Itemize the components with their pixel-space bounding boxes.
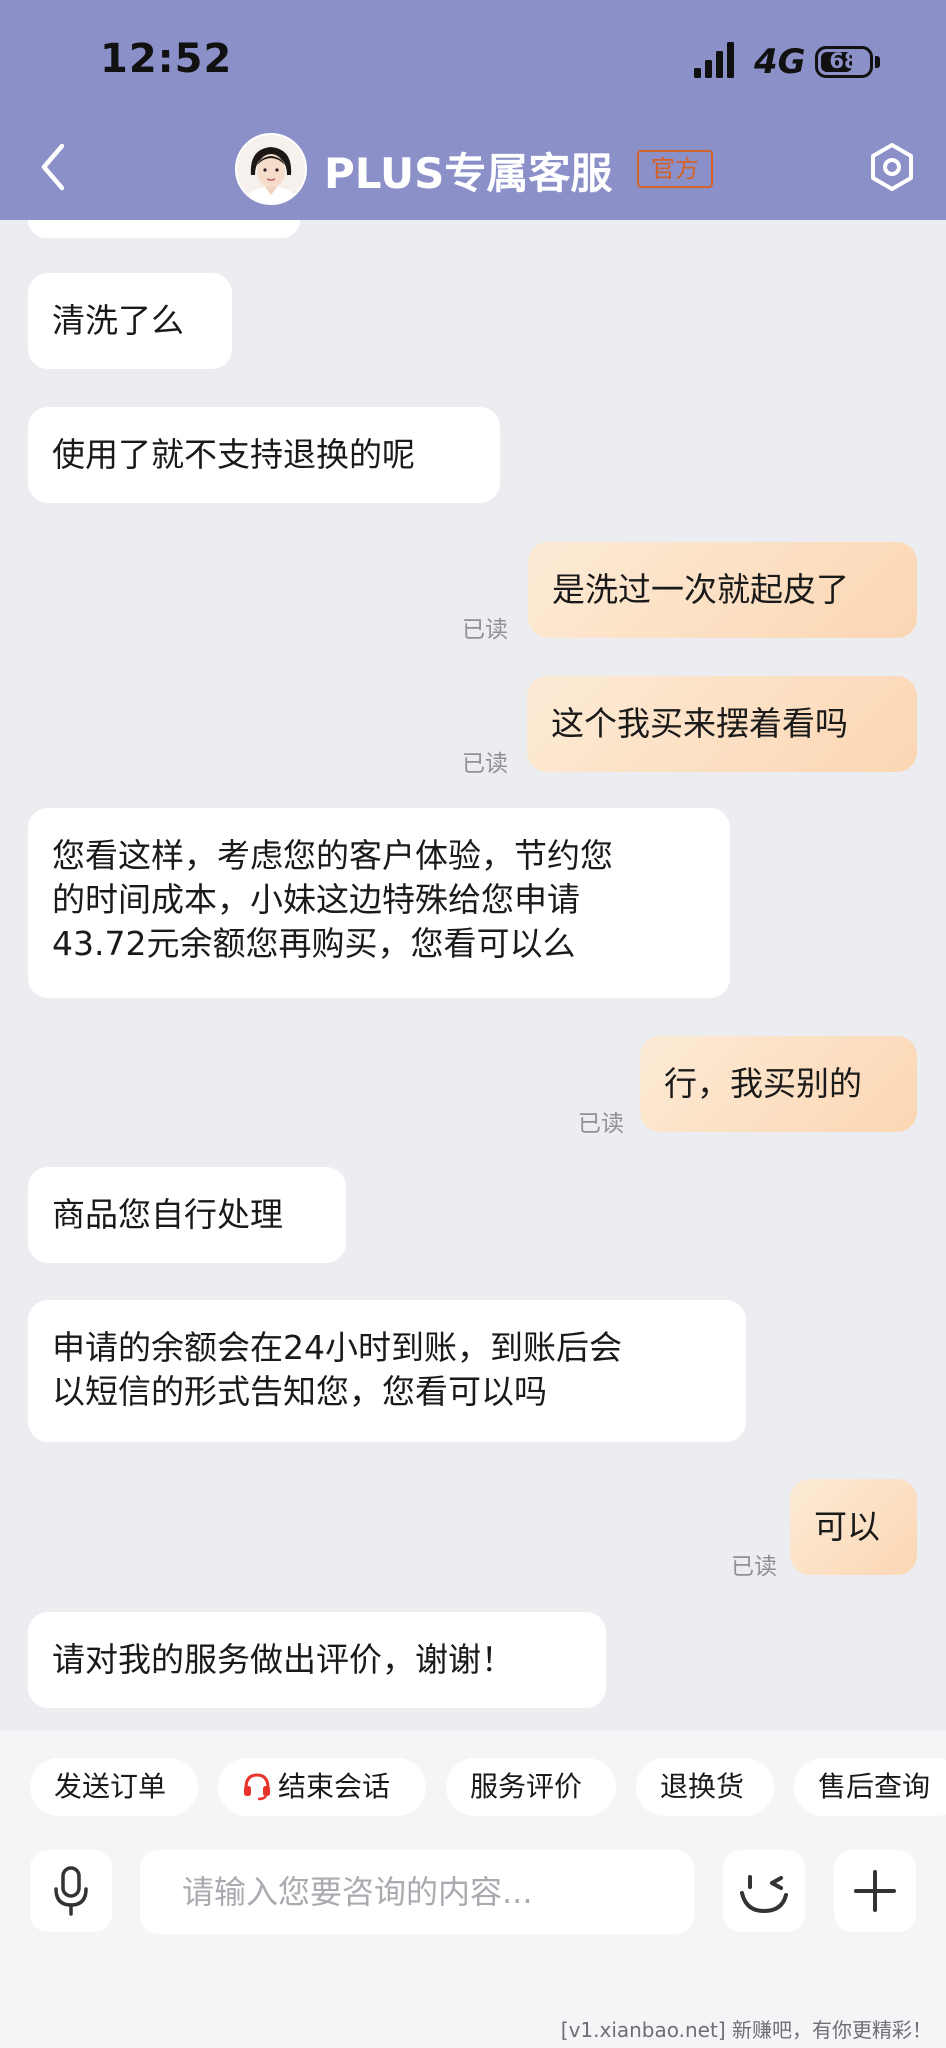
chevron-left-icon[interactable] xyxy=(38,142,68,192)
message-text-line: 43.72元余额您再购买，您看可以么 xyxy=(52,924,576,963)
status-time: 12:52 xyxy=(100,36,233,82)
user-message-bubble[interactable]: 可以 xyxy=(790,1479,917,1575)
emoji-icon xyxy=(740,1875,788,1914)
message-text-line: 清洗了么 xyxy=(52,301,184,340)
plus-icon xyxy=(854,1870,896,1912)
message-text-line: 这个我买来摆着看吗 xyxy=(551,704,848,743)
battery-percent: 68 xyxy=(829,49,859,73)
message-text-line: 商品您自行处理 xyxy=(52,1195,283,1234)
message-text-line: 请对我的服务做出评价，谢谢！ xyxy=(52,1640,514,1679)
message-text-line: 是洗过一次就起皮了 xyxy=(552,570,849,609)
agent-message-bubble[interactable]: 清洗了么 xyxy=(28,273,232,369)
signal-strength-icon xyxy=(694,42,734,78)
message-text-line: 以短信的形式告知您，您看可以吗 xyxy=(52,1372,547,1411)
avatar-image xyxy=(237,135,305,203)
agent-message-bubble[interactable]: 申请的余额会在24小时到账，到账后会 以短信的形式告知您，您看可以吗 xyxy=(28,1300,746,1442)
agent-message-bubble[interactable]: 商品您自行处理 xyxy=(28,1167,346,1263)
quick-action-bar[interactable]: 发送订单 结束会话 服务评价 退换货 售后查询 xyxy=(0,1758,946,1820)
message-text-line: 您看这样，考虑您的客户体验，节约您 xyxy=(52,836,613,875)
user-message-bubble[interactable]: 这个我买来摆着看吗 xyxy=(527,676,917,772)
read-status-label: 已读 xyxy=(578,1111,624,1137)
bottom-input-panel: 发送订单 结束会话 服务评价 退换货 售后查询 请输入您要咨询的内容... xyxy=(0,1730,946,2048)
quick-action-chip[interactable]: 结束会话 xyxy=(218,1758,426,1816)
agent-message-bubble[interactable]: 请对我的服务做出评价，谢谢！ xyxy=(28,1612,606,1708)
quick-action-chip[interactable]: 服务评价 xyxy=(446,1758,616,1816)
microphone-icon xyxy=(54,1866,88,1916)
quick-action-label: 发送订单 xyxy=(54,1770,167,1803)
read-status-label: 已读 xyxy=(462,751,508,777)
quick-action-chip[interactable]: 售后查询 xyxy=(794,1758,946,1816)
message-text-line: 使用了就不支持退换的呢 xyxy=(52,435,415,474)
page-title: PLUS专属客服 xyxy=(324,149,613,198)
read-status-label: 已读 xyxy=(462,617,508,643)
message-text-line: 申请的余额会在24小时到账，到账后会 xyxy=(52,1328,622,1367)
read-status-label: 已读 xyxy=(731,1554,777,1580)
agent-message-bubble[interactable]: 您看这样，考虑您的客户体验，节约您 的时间成本，小妹这边特殊给您申请 43.72元余… xyxy=(28,808,730,998)
emoji-button[interactable] xyxy=(723,1850,805,1932)
user-message-bubble[interactable]: 是洗过一次就起皮了 xyxy=(528,542,917,638)
quick-action-chip[interactable]: 退换货 xyxy=(636,1758,774,1816)
battery-tip xyxy=(875,56,880,68)
agent-avatar[interactable] xyxy=(235,133,307,205)
hexagon-gear-icon[interactable] xyxy=(867,142,917,192)
message-text-line: 的时间成本，小妹这边特殊给您申请 xyxy=(52,880,580,919)
quick-action-label: 售后查询 xyxy=(818,1770,931,1803)
quick-action-label: 结束会话 xyxy=(278,1770,391,1803)
chat-header: 12:52 4G 68 PLUS专属客服 官方 xyxy=(0,0,946,220)
network-type-label: 4G xyxy=(754,42,806,82)
official-badge: 官方 xyxy=(637,150,713,188)
message-text-line: 行，我买别的 xyxy=(664,1064,862,1103)
quick-action-label: 服务评价 xyxy=(470,1770,583,1803)
quick-action-chip[interactable]: 发送订单 xyxy=(30,1758,198,1816)
chat-message-list[interactable]: 清洗了么 使用了就不支持退换的呢 是洗过一次就起皮了 已读 这个我买来摆着看吗 已读 您看这… xyxy=(0,220,946,1730)
headset-icon xyxy=(244,1772,270,1800)
user-message-bubble[interactable]: 行，我买别的 xyxy=(640,1036,917,1132)
watermark-text: [v1.xianbao.net] 新赚吧，有你更精彩！ xyxy=(560,2018,932,2042)
quick-action-label: 退换货 xyxy=(660,1770,745,1803)
message-text-line: 可以 xyxy=(814,1507,880,1546)
voice-input-button[interactable] xyxy=(30,1850,112,1932)
agent-message-bubble[interactable]: 使用了就不支持退换的呢 xyxy=(28,407,500,503)
message-input[interactable]: 请输入您要咨询的内容... xyxy=(140,1850,694,1934)
more-options-button[interactable] xyxy=(834,1850,916,1932)
partial-message-bubble xyxy=(28,220,300,238)
battery-icon: 68 xyxy=(815,46,873,78)
